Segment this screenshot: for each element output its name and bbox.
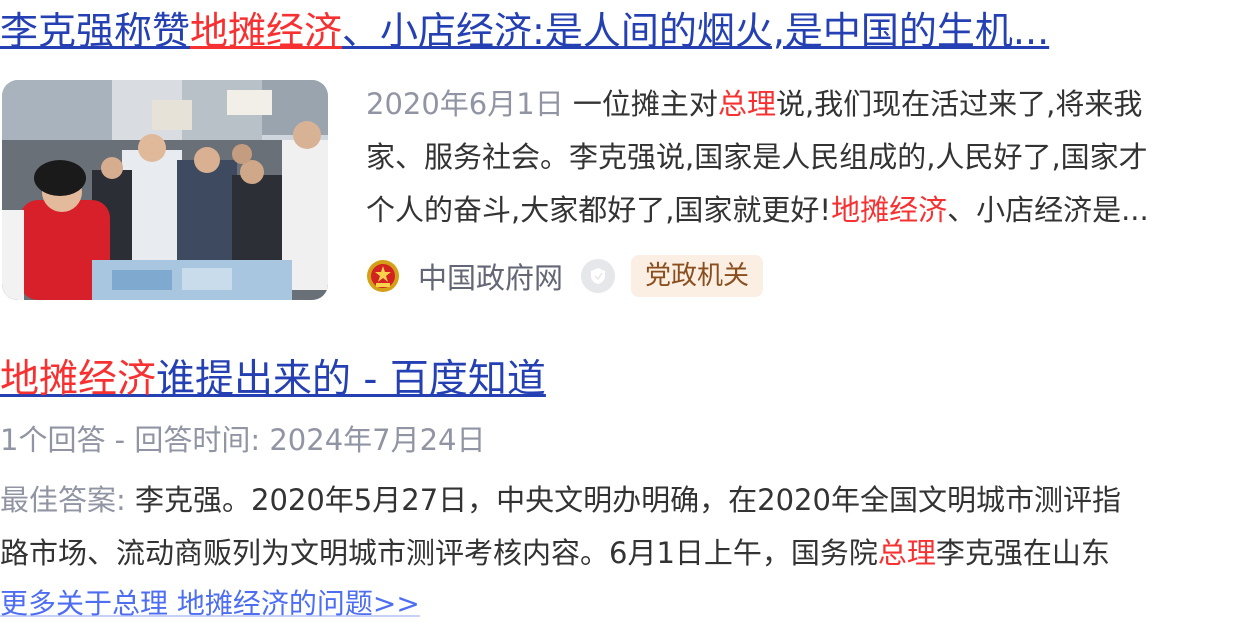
abstract-text: 说,我们现在活过来了,将来我 bbox=[775, 87, 1143, 121]
result-abstract: 2020年6月1日 一位摊主对总理说,我们现在活过来了,将来我 家、服务社会。李… bbox=[366, 78, 1236, 237]
result-title-link[interactable]: 李克强称赞地摊经济、小店经济:是人间的烟火,是中国的生机... bbox=[0, 6, 1236, 56]
abstract-text: 一位摊主对 bbox=[563, 87, 718, 121]
abstract-highlight: 总理 bbox=[717, 87, 776, 121]
publish-date: 2020年6月1日 bbox=[366, 87, 564, 121]
abstract-text: 、小店经济是... bbox=[947, 193, 1149, 227]
source-name[interactable]: 中国政府网 bbox=[418, 255, 563, 297]
source-type-tag: 党政机关 bbox=[631, 255, 764, 297]
more-questions-link[interactable]: 更多关于总理 地摊经济的问题>> bbox=[0, 584, 420, 624]
result-source: 中国政府网 党政机关 bbox=[366, 252, 764, 300]
abstract-line: 最佳答案: 李克强。2020年5月27日，中央文明办明确，在2020年全国文明城… bbox=[0, 474, 1236, 527]
answer-meta: 1个回答 - 回答时间: 2024年7月24日 bbox=[0, 423, 486, 457]
result-thumbnail[interactable] bbox=[2, 80, 328, 300]
best-answer-label: 最佳答案: bbox=[0, 483, 126, 517]
abstract-highlight: 总理 bbox=[877, 536, 936, 570]
abstract-text: 路市场、流动商贩列为文明城市测评考核内容。6月1日上午，国务院 bbox=[0, 536, 878, 570]
abstract-text: 李克强。2020年5月27日，中央文明办明确，在2020年全国文明城市测评指 bbox=[125, 483, 1121, 517]
title-text: 谁提出来的 - 百度知道 bbox=[156, 357, 546, 402]
abstract-line: 2020年6月1日 一位摊主对总理说,我们现在活过来了,将来我 bbox=[366, 78, 1236, 131]
title-text-rest: 、小店经济:是人间的烟火,是中国的生机... bbox=[342, 9, 1050, 53]
thumbnail-photo bbox=[2, 80, 328, 300]
abstract-highlight: 地摊经济 bbox=[831, 193, 948, 227]
title-text: 李克强称赞 bbox=[0, 9, 191, 53]
abstract-line: 路市场、流动商贩列为文明城市测评考核内容。6月1日上午，国务院总理李克强在山东 bbox=[0, 527, 1236, 580]
result-title-link[interactable]: 地摊经济谁提出来的 - 百度知道 bbox=[0, 354, 1236, 406]
abstract-text: 家、服务社会。李克强说,国家是人民组成的,人民好了,国家才 bbox=[366, 140, 1148, 174]
abstract-text: 个人的奋斗,大家都好了,国家就更好! bbox=[366, 193, 832, 227]
national-emblem-icon bbox=[367, 260, 399, 292]
title-highlight: 地摊经济 bbox=[0, 357, 157, 402]
title-highlight: 地摊经济 bbox=[190, 9, 343, 53]
shield-icon[interactable] bbox=[581, 259, 616, 293]
abstract-line: 家、服务社会。李克强说,国家是人民组成的,人民好了,国家才 bbox=[366, 131, 1236, 184]
abstract-text: 李克强在山东 bbox=[935, 536, 1110, 570]
shield-glyph bbox=[591, 268, 606, 284]
abstract-line: 个人的奋斗,大家都好了,国家就更好!地摊经济、小店经济是... bbox=[366, 184, 1236, 237]
result-abstract: 最佳答案: 李克强。2020年5月27日，中央文明办明确，在2020年全国文明城… bbox=[0, 474, 1236, 580]
